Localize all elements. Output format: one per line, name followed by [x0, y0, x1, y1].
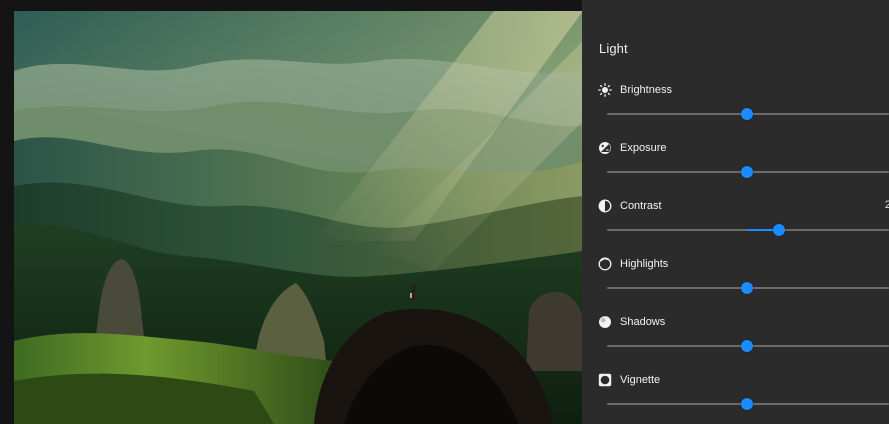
- contrast-label: Contrast: [620, 200, 662, 212]
- adjustment-shadows: Shadows: [582, 314, 889, 372]
- adjustment-vignette: Vignette: [582, 372, 889, 424]
- adjustment-brightness: Brightness: [582, 82, 889, 140]
- vignette-slider[interactable]: [607, 398, 889, 410]
- photo-canvas[interactable]: [14, 11, 583, 424]
- adjustments-panel: Light Brightness Exposure Contrast 2 Hig…: [582, 0, 889, 424]
- section-heading-light: Light: [599, 41, 628, 56]
- slider-thumb[interactable]: [741, 282, 753, 294]
- adjustment-exposure: Exposure: [582, 140, 889, 198]
- slider-thumb[interactable]: [741, 166, 753, 178]
- slider-thumb[interactable]: [773, 224, 785, 236]
- contrast-value: 2: [884, 199, 889, 211]
- highlights-label: Highlights: [620, 258, 669, 270]
- vignette-icon: [598, 373, 612, 387]
- brightness-label: Brightness: [620, 84, 672, 96]
- brightness-slider[interactable]: [607, 108, 889, 120]
- slider-thumb[interactable]: [741, 340, 753, 352]
- slider-thumb[interactable]: [741, 108, 753, 120]
- highlights-icon: [598, 257, 612, 271]
- exposure-slider[interactable]: [607, 166, 889, 178]
- adjustment-contrast: Contrast 2: [582, 198, 889, 256]
- exposure-label: Exposure: [620, 142, 667, 154]
- shadows-icon: [598, 315, 612, 329]
- shadows-label: Shadows: [620, 316, 666, 328]
- photo-editor-window: Light Brightness Exposure Contrast 2 Hig…: [0, 0, 889, 424]
- slider-thumb[interactable]: [741, 398, 753, 410]
- landscape-photo: [14, 11, 583, 424]
- vignette-label: Vignette: [620, 374, 661, 386]
- sun-icon: [598, 83, 612, 97]
- adjustment-highlights: Highlights: [582, 256, 889, 314]
- contrast-slider[interactable]: [607, 224, 889, 236]
- highlights-slider[interactable]: [607, 282, 889, 294]
- exposure-icon: [598, 141, 612, 155]
- contrast-icon: [598, 199, 612, 213]
- shadows-slider[interactable]: [607, 340, 889, 352]
